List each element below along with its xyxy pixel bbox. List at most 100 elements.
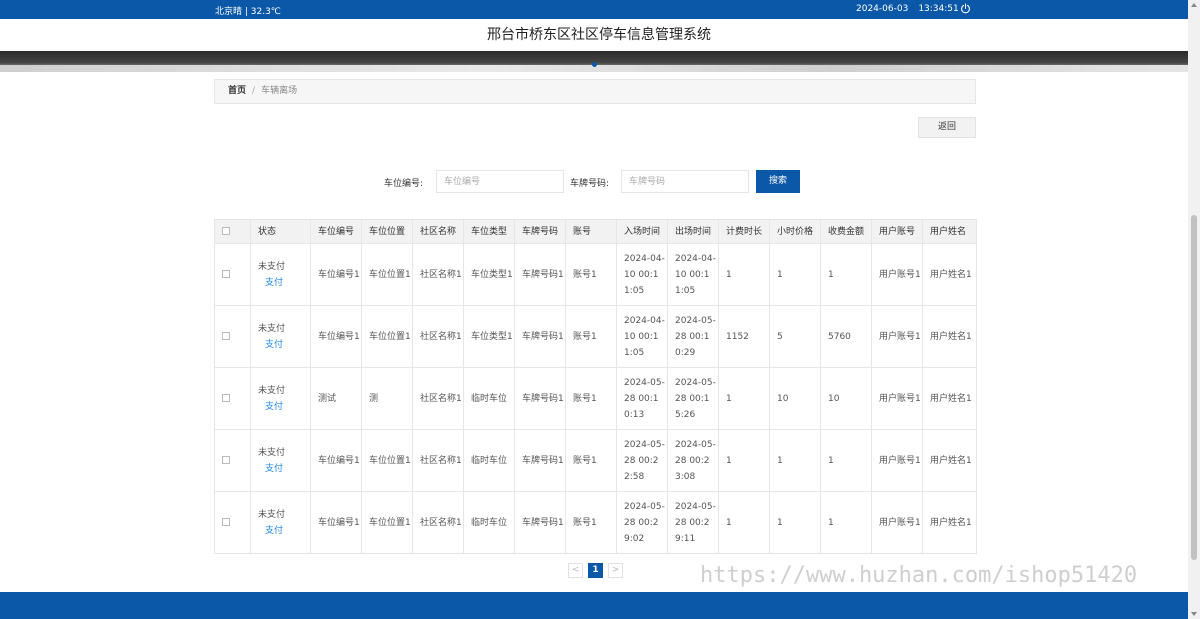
pay-link[interactable]: 支付 [258,399,310,415]
status-text: 未支付 [258,385,286,396]
table-row: 未支付 支付 车位编号1 车位位置1 社区名称1 车位类型1 车牌号码1 账号1 2024-04… [214,243,977,306]
user-account-cell: 用户账号1 [871,367,923,430]
plate-cell: 车牌号码1 [514,243,566,306]
plate-number-input[interactable] [621,170,749,193]
slot-type-cell: 车位类型1 [463,243,515,306]
slot-number-label: 车位编号: [384,179,424,189]
in-time-cell: 2024-04-10 00:11:05 [616,243,668,306]
user-name-cell: 用户姓名1 [922,243,977,306]
scrollbar[interactable] [1188,0,1200,619]
user-name-cell: 用户姓名1 [922,305,977,368]
slot-position-cell: 车位位置1 [361,429,413,492]
user-account-cell: 用户账号1 [871,305,923,368]
power-icon[interactable] [960,3,971,14]
slot-number-cell: 车位编号1 [310,305,362,368]
row-checkbox[interactable] [214,243,251,306]
account-cell: 账号1 [565,491,617,554]
watermark-text: https://www.huzhan.com/ishop51420 [700,563,1138,588]
row-checkbox[interactable] [214,429,251,492]
in-time-cell: 2024-05-28 00:22:58 [616,429,668,492]
amount-cell: 10 [820,367,872,430]
community-cell: 社区名称1 [412,491,464,554]
amount-cell: 1 [820,429,872,492]
hour-price-cell: 1 [769,243,821,306]
column-header: 出场时间 [667,219,719,244]
community-cell: 社区名称1 [412,429,464,492]
pay-link[interactable]: 支付 [258,523,310,539]
slot-number-input[interactable] [436,170,564,193]
table-row: 未支付 支付 车位编号1 车位位置1 社区名称1 车位类型1 车牌号码1 账号1 2024-04… [214,305,977,368]
community-cell: 社区名称1 [412,243,464,306]
back-button[interactable]: 返回 [918,117,976,138]
pay-link[interactable]: 支付 [258,337,310,353]
plate-number-label: 车牌号码: [570,179,610,189]
row-checkbox[interactable] [214,305,251,368]
next-page-button[interactable]: > [608,563,623,578]
scroll-down-icon[interactable] [1191,612,1197,616]
status-cell: 未支付 支付 [250,429,311,492]
scrollbar-thumb[interactable] [1191,215,1197,560]
scroll-up-icon[interactable] [1191,3,1197,7]
community-cell: 社区名称1 [412,305,464,368]
slot-type-cell: 车位类型1 [463,305,515,368]
search-button[interactable]: 搜索 [756,170,800,193]
duration-cell: 1 [718,429,770,492]
carousel-indicator[interactable] [592,62,597,67]
duration-cell: 1 [718,491,770,554]
footer [0,592,1188,619]
slot-position-cell: 车位位置1 [361,305,413,368]
user-name-cell: 用户姓名1 [922,429,977,492]
out-time-cell: 2024-05-28 00:29:11 [667,491,719,554]
out-time-cell: 2024-05-28 00:15:26 [667,367,719,430]
account-cell: 账号1 [565,367,617,430]
column-header: 状态 [250,219,311,244]
in-time-cell: 2024-05-28 00:29:02 [616,491,668,554]
table-row: 未支付 支付 车位编号1 车位位置1 社区名称1 临时车位 车牌号码1 账号1 2024-05-… [214,429,977,492]
weather-info: 北京晴 | 32.3℃ [215,7,281,17]
table-header: 状态 车位编号 车位位置 社区名称 车位类型 车牌号码 账号 入场时间 出场时间 计费时长 小时价格… [214,219,977,244]
out-time-cell: 2024-04-10 00:11:05 [667,243,719,306]
pay-link[interactable]: 支付 [258,461,310,477]
slot-number-cell: 测试 [310,367,362,430]
row-checkbox[interactable] [214,491,251,554]
status-cell: 未支付 支付 [250,305,311,368]
datetime: 2024-06-03 13:34:51 [856,4,959,14]
select-all-checkbox[interactable] [214,219,251,244]
status-cell: 未支付 支付 [250,367,311,430]
pay-link[interactable]: 支付 [258,275,310,291]
column-header: 收费金额 [820,219,872,244]
out-time-cell: 2024-05-28 00:10:29 [667,305,719,368]
column-header: 入场时间 [616,219,668,244]
duration-cell: 1152 [718,305,770,368]
breadcrumb: 首页 / 车辆离场 [214,79,976,104]
column-header: 车位位置 [361,219,413,244]
user-account-cell: 用户账号1 [871,243,923,306]
hour-price-cell: 5 [769,305,821,368]
breadcrumb-home[interactable]: 首页 [228,86,246,96]
slot-number-cell: 车位编号1 [310,491,362,554]
site-header: 邢台市桥东区社区停车信息管理系统 [0,19,1188,51]
duration-cell: 1 [718,243,770,306]
column-header: 计费时长 [718,219,770,244]
column-header: 社区名称 [412,219,464,244]
current-date: 2024-06-03 [856,4,909,14]
column-header: 用户账号 [871,219,923,244]
prev-page-button[interactable]: < [568,563,583,578]
account-cell: 账号1 [565,305,617,368]
parking-records-table: 状态 车位编号 车位位置 社区名称 车位类型 车牌号码 账号 入场时间 出场时间 计费时长 小时价格… [214,219,977,554]
table-row: 未支付 支付 测试测社区名称1 临时车位 车牌号码1 账号1 2024-05-28 00:1… [214,367,977,430]
status-text: 未支付 [258,323,286,334]
site-title: 邢台市桥东区社区停车信息管理系统 [487,27,711,43]
plate-cell: 车牌号码1 [514,367,566,430]
plate-cell: 车牌号码1 [514,305,566,368]
status-text: 未支付 [258,509,286,520]
slot-type-cell: 临时车位 [463,429,515,492]
table-row: 未支付 支付 车位编号1 车位位置1 社区名称1 临时车位 车牌号码1 账号1 2024-05-… [214,491,977,554]
row-checkbox[interactable] [214,367,251,430]
status-text: 未支付 [258,261,286,272]
plate-cell: 车牌号码1 [514,491,566,554]
hour-price-cell: 1 [769,429,821,492]
current-time: 13:34:51 [918,4,959,14]
status-cell: 未支付 支付 [250,243,311,306]
page-1-button[interactable]: 1 [588,563,603,578]
